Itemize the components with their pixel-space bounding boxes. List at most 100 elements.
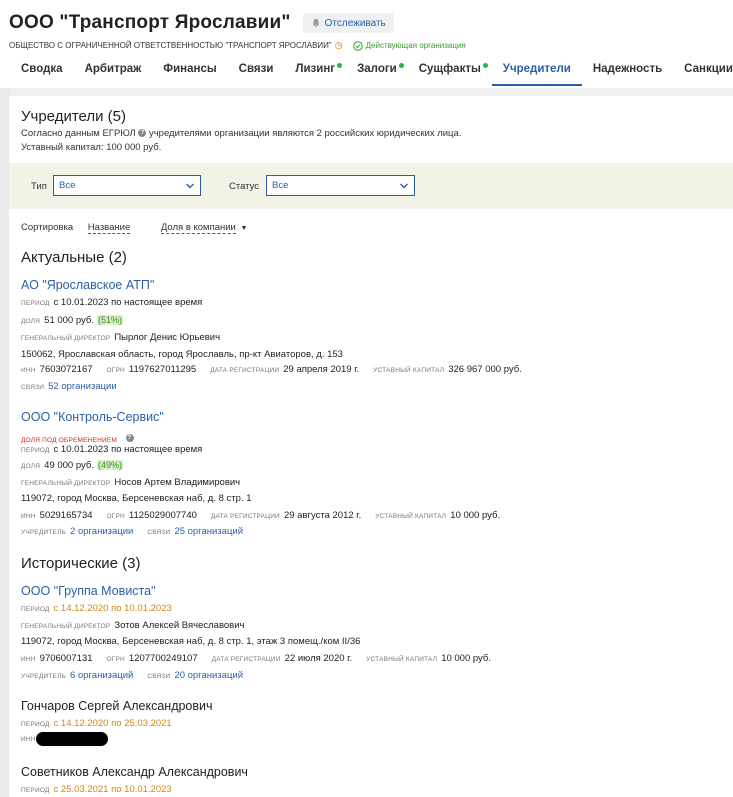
clock-warning-icon[interactable]: ◷ <box>335 40 343 51</box>
help-icon[interactable]: ? <box>125 433 134 442</box>
field-label: связи <box>21 384 45 391</box>
tab-label: Арбитраж <box>84 63 142 75</box>
founder-period: период с 14.12.2020 по 25.03.2021 <box>21 718 172 729</box>
tab-arbitration[interactable]: Арбитраж <box>74 56 153 86</box>
founder-period: период с 10.01.2023 по настоящее время <box>21 444 202 455</box>
share-percent-badge: (49%) <box>96 460 123 470</box>
share-value: 51 000 руб. <box>44 315 94 326</box>
field-label: доля <box>21 318 41 325</box>
field-label: период <box>21 447 50 454</box>
sort-label: Сортировка <box>21 222 74 233</box>
type-select[interactable]: Все <box>53 175 201 196</box>
sort-arrow-icon: ▼ <box>240 225 248 232</box>
founder-name-link[interactable]: ООО "Группа Мовиста" <box>21 584 156 598</box>
tab-label: Сущфакты <box>418 63 481 75</box>
help-icon[interactable]: ? <box>138 129 147 138</box>
field-label: связи <box>147 529 171 536</box>
company-full-name: ОБЩЕСТВО С ОГРАНИЧЕННОЙ ОТВЕТСТВЕННОСТЬЮ… <box>9 41 332 50</box>
field-label: период <box>21 300 50 307</box>
field-label: дата регистрации <box>210 367 280 374</box>
status-badge: Действующая организация <box>352 40 466 51</box>
sort-by-share[interactable]: Доля в компании <box>160 222 236 234</box>
status-select[interactable]: Все <box>266 175 415 196</box>
ogrn-value: 1125029007740 <box>128 510 197 521</box>
sort-by-name[interactable]: Название <box>87 222 131 234</box>
tab-bar: Сводка Арбитраж Финансы Связи Лизинг Зал… <box>9 56 733 86</box>
reg-date-value: 29 апреля 2019 г. <box>283 364 360 375</box>
person-name: Гончаров Сергей Александрович <box>21 699 213 713</box>
new-indicator-dot <box>337 63 343 68</box>
status-filter-label: Статус <box>229 181 260 192</box>
founders-count-link[interactable]: 6 организаций <box>70 670 133 681</box>
field-label: ОГРН <box>106 513 125 520</box>
reg-date-value: 22 июля 2020 г. <box>284 653 353 664</box>
tab-sanctions[interactable]: Санкции <box>673 56 733 86</box>
type-filter-label: Тип <box>31 181 47 192</box>
field-label: дата регистрации <box>211 656 281 663</box>
field-label: ИНН <box>21 367 36 374</box>
tab-summary[interactable]: Сводка <box>9 56 74 86</box>
field-label: доля <box>21 463 41 470</box>
field-label: уставный капитал <box>375 513 447 520</box>
founder-name-link[interactable]: ООО "Контроль-Сервис" <box>21 410 164 424</box>
section-intro: Согласно данным ЕГРЮЛ ? учредителями орг… <box>21 128 461 139</box>
founder-requisites: ИНН 7603072167 ОГРН 1197627011295 дата р… <box>21 364 522 375</box>
field-label: ИНН <box>21 656 36 663</box>
director-value: Зотов Алексей Вячеславович <box>114 620 245 631</box>
actual-title: Актуальные (2) <box>21 249 127 266</box>
follow-button[interactable]: Отслеживать <box>302 13 394 33</box>
tab-facts[interactable]: Сущфакты <box>408 56 492 86</box>
person-inn: ИНН <box>21 732 108 746</box>
tab-reliability[interactable]: Надежность <box>582 56 673 86</box>
company-header: ООО "Транспорт Ярославии" Отслеживать ОБ… <box>0 0 733 88</box>
founder-name-link[interactable]: АО "Ярославское АТП" <box>21 278 154 292</box>
intro-text-b: учредителями организации являются 2 росс… <box>148 128 462 139</box>
left-gutter <box>0 88 9 797</box>
follow-label: Отслеживать <box>324 17 386 29</box>
field-label: учредитель <box>21 673 67 680</box>
founder-links: связи 52 организации <box>21 381 117 392</box>
field-label: связи <box>147 673 171 680</box>
founder-address: 119072, город Москва, Берсеневская наб, … <box>21 493 252 504</box>
field-label: генеральный директор <box>21 335 111 342</box>
field-label: период <box>21 787 50 794</box>
links-count-link[interactable]: 52 организации <box>48 381 117 392</box>
section-title: Учредители (5) <box>21 108 127 125</box>
founder-address: 150062, Ярославская область, город Яросл… <box>21 349 343 360</box>
inn-value: 5029165734 <box>39 510 93 521</box>
share-value: 49 000 руб. <box>44 460 94 471</box>
field-label: период <box>21 721 50 728</box>
chevron-down-icon <box>400 183 408 189</box>
founders-count-link[interactable]: 2 организации <box>70 526 133 537</box>
tab-finance[interactable]: Финансы <box>152 56 227 86</box>
field-label: уставный капитал <box>373 367 445 374</box>
links-count-link[interactable]: 25 организаций <box>174 526 243 537</box>
founder-period: период с 10.01.2023 по настоящее время <box>21 297 202 308</box>
tab-pledges[interactable]: Залоги <box>346 56 408 86</box>
inn-value: 7603072167 <box>39 364 93 375</box>
bell-icon <box>312 19 320 27</box>
period-value: с 14.12.2020 по 25.03.2021 <box>53 718 172 729</box>
founder-share: доля 51 000 руб. (51%) <box>21 315 123 326</box>
share-percent-badge: (51%) <box>96 315 123 325</box>
status-select-value: Все <box>272 180 289 191</box>
founder-period: период с 14.12.2020 по 10.01.2023 <box>21 603 172 614</box>
founder-address: 119072, город Москва, Берсеневская наб, … <box>21 636 361 647</box>
tab-label: Залоги <box>357 63 397 75</box>
tab-label: Учредители <box>502 63 571 75</box>
field-label: ИНН <box>21 735 36 743</box>
capital-value: 326 967 000 руб. <box>448 364 522 375</box>
founder-requisites: ИНН 9706007131 ОГРН 1207700249107 дата р… <box>21 653 491 664</box>
period-value: с 25.03.2021 по 10.01.2023 <box>53 784 172 795</box>
tab-founders[interactable]: Учредители <box>491 56 582 86</box>
field-label: учредитель <box>21 529 67 536</box>
founder-links: учредитель 6 организаций связи 20 органи… <box>21 670 243 681</box>
tab-leasing[interactable]: Лизинг <box>284 56 346 86</box>
person-name: Советников Александр Александрович <box>21 765 248 779</box>
field-label: генеральный директор <box>21 480 111 487</box>
founder-requisites: ИНН 5029165734 ОГРН 1125029007740 дата р… <box>21 510 500 521</box>
company-title: ООО "Транспорт Ярославии" <box>9 12 291 33</box>
type-select-value: Все <box>59 180 76 191</box>
links-count-link[interactable]: 20 организаций <box>174 670 243 681</box>
tab-links[interactable]: Связи <box>228 56 285 86</box>
